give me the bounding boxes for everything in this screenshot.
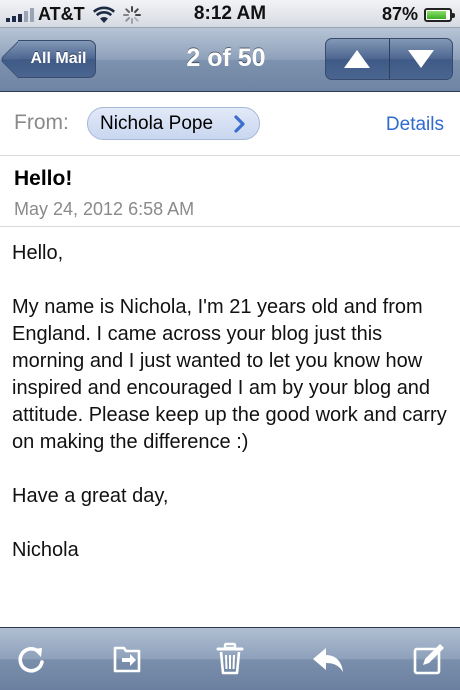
move-folder-icon <box>113 646 141 673</box>
message-date: May 24, 2012 6:58 AM <box>14 199 195 219</box>
previous-message-button[interactable] <box>326 39 389 79</box>
sender-chip[interactable]: Nichola Pope <box>87 107 260 140</box>
from-row: From: Nichola Pope Details <box>0 93 460 156</box>
delete-button[interactable] <box>213 642 247 676</box>
move-to-folder-button[interactable] <box>110 642 144 676</box>
body-paragraph: Nichola <box>12 539 79 561</box>
reply-button[interactable] <box>311 642 345 676</box>
status-bar-right: 87% <box>381 4 455 25</box>
reply-icon <box>313 648 343 672</box>
message-position-title: 2 of 50 <box>186 44 266 72</box>
compose-icon <box>413 644 444 675</box>
nav-bar: All Mail 2 of 50 <box>0 28 460 92</box>
compose-button[interactable] <box>412 642 446 676</box>
all-mail-back-button[interactable]: All Mail <box>18 40 96 78</box>
subject-row: Hello! May 24, 2012 6:58 AM <box>0 157 460 227</box>
refresh-button[interactable] <box>14 642 48 676</box>
body-paragraph: My name is Nichola, I'm 21 years old and… <box>12 296 447 453</box>
battery-fill <box>427 10 446 19</box>
sender-name: Nichola Pope <box>100 112 214 134</box>
body-paragraph: Have a great day, <box>12 485 169 507</box>
message-nav-segmented-control <box>325 38 453 80</box>
message-subject: Hello! <box>14 167 73 190</box>
battery-percentage: 87% <box>381 4 418 24</box>
message-body: Hello, My name is Nichola, I'm 21 years … <box>12 240 452 591</box>
details-link[interactable]: Details <box>386 114 444 136</box>
body-paragraph: Hello, <box>12 242 64 264</box>
up-arrow-icon <box>344 50 371 68</box>
back-button-label: All Mail <box>30 50 87 67</box>
battery-icon <box>424 7 455 22</box>
next-message-button[interactable] <box>388 39 453 79</box>
chevron-right-icon <box>234 115 245 133</box>
from-label: From: <box>14 111 69 134</box>
refresh-icon <box>18 647 44 673</box>
trash-icon <box>216 642 244 675</box>
down-arrow-icon <box>407 50 434 68</box>
bottom-toolbar <box>0 627 460 690</box>
status-bar: AT&T 8:12 AM 87% <box>0 0 460 28</box>
